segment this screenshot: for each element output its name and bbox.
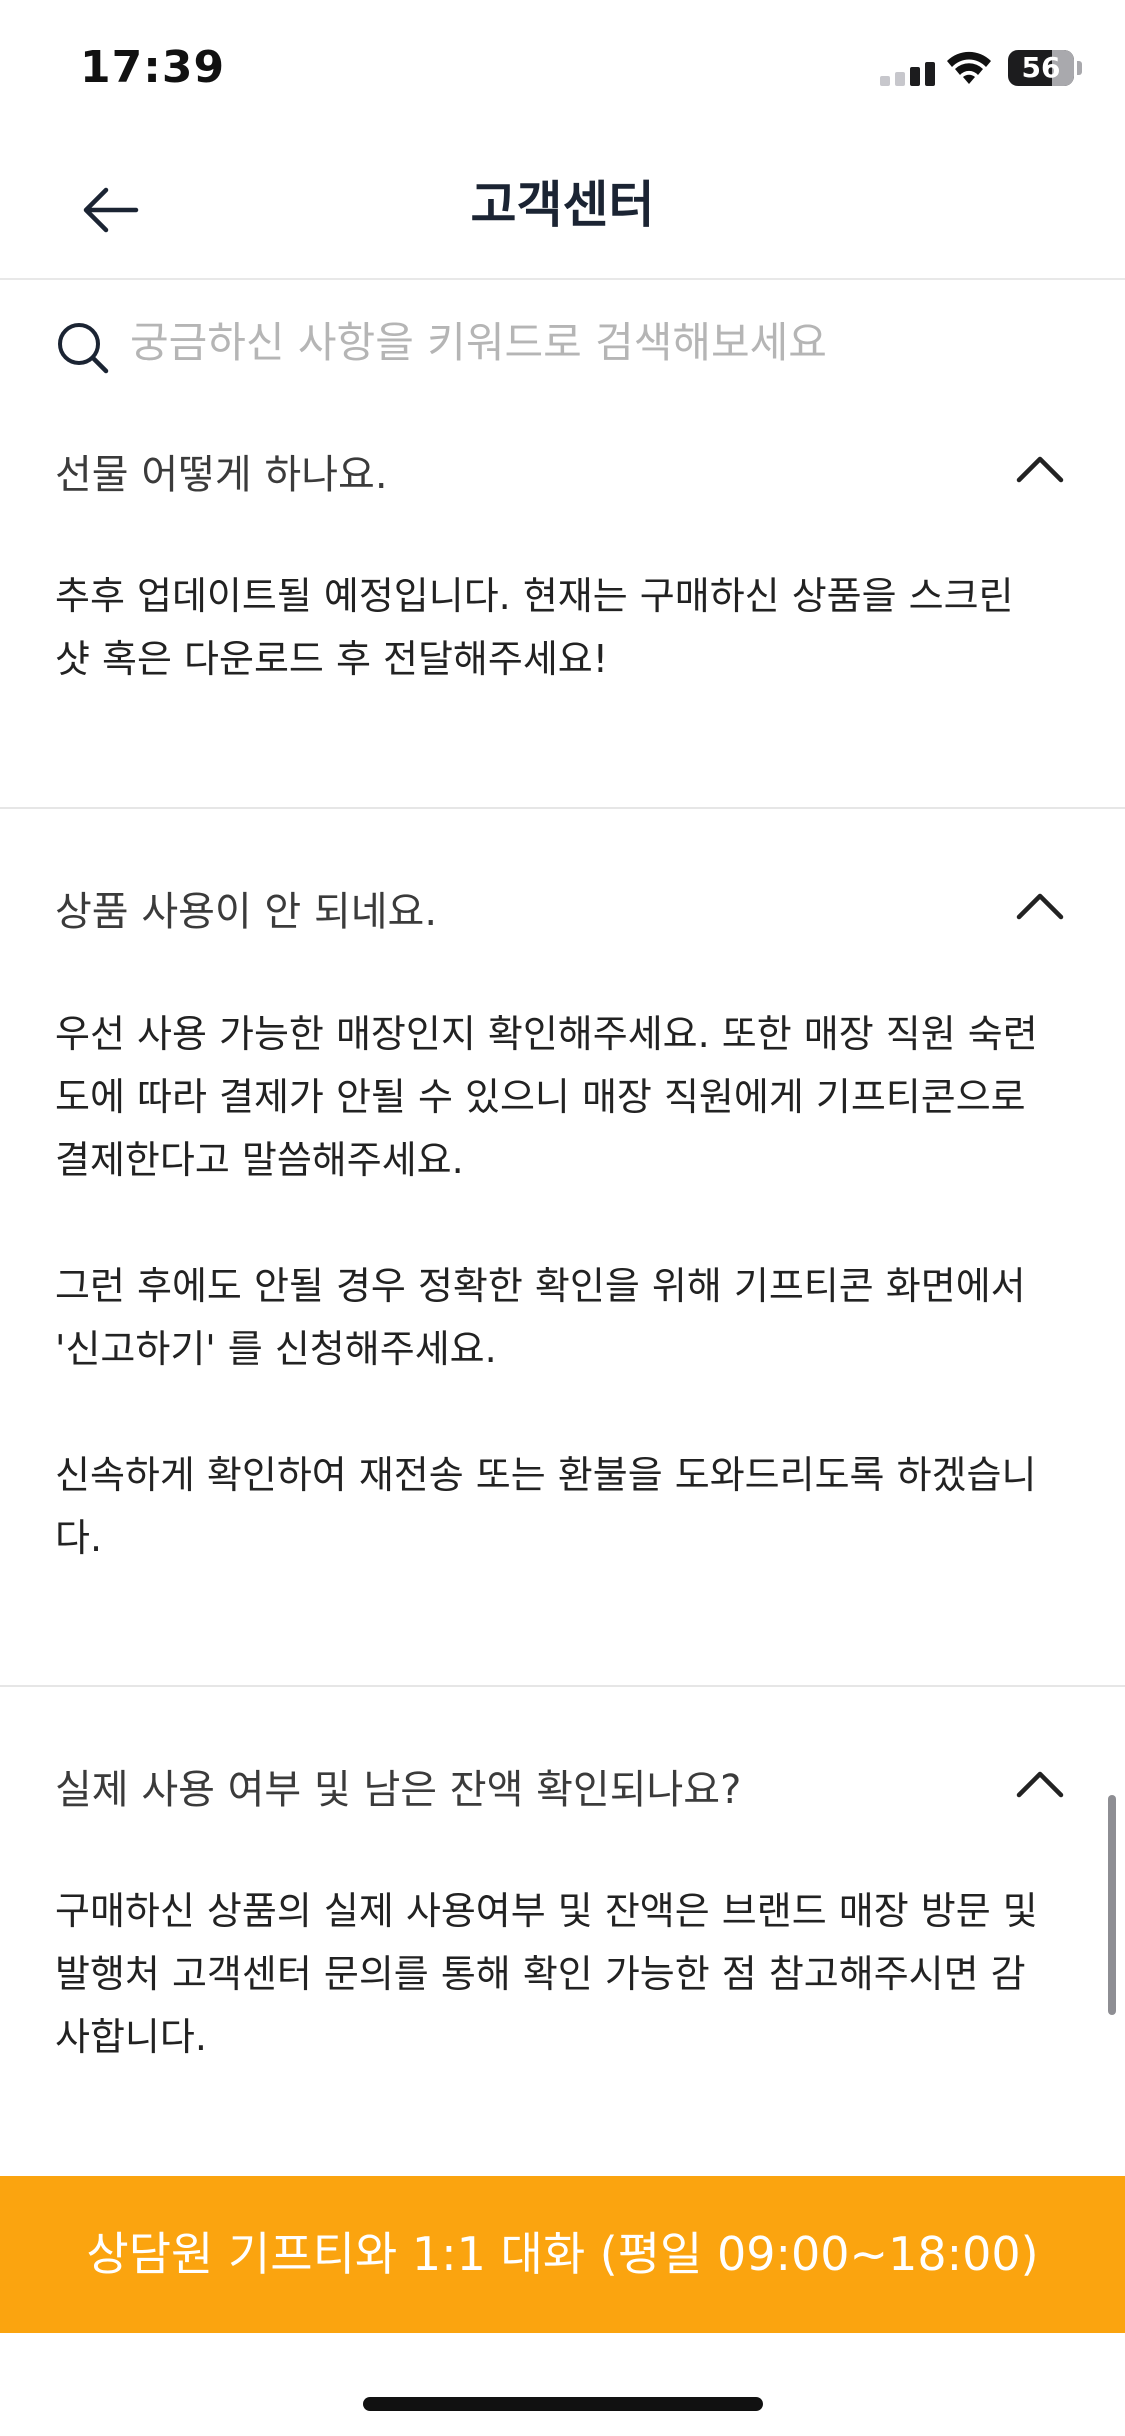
faq-question[interactable]: 실제 사용 여부 및 남은 잔액 확인되나요?: [55, 1757, 741, 1815]
battery-level: 56: [1021, 51, 1061, 84]
scrollbar[interactable]: [1108, 1795, 1116, 2015]
battery-icon: 56: [1008, 50, 1074, 86]
search-input[interactable]: [130, 310, 1030, 374]
faq-item: 실제 사용 여부 및 남은 잔액 확인되나요? 구매하신 상품의 실제 사용여부…: [0, 1687, 1125, 2167]
signal-icon: [880, 62, 935, 86]
faq-answer: 우선 사용 가능한 매장인지 확인해주세요. 또한 매장 직원 숙련 도에 따라…: [55, 1012, 1038, 1560]
page-title: 고객센터: [470, 176, 655, 234]
chevron-up-icon[interactable]: [1015, 1767, 1065, 1799]
chat-with-agent-button[interactable]: 상담원 기프티와 1:1 대화 (평일 09:00~18:00): [0, 2176, 1125, 2333]
search-icon: [58, 323, 109, 374]
faq-question[interactable]: 선물 어떻게 하나요.: [55, 442, 388, 500]
status-bar: 17:39 56: [0, 0, 1125, 140]
faq-item: 상품 사용이 안 되네요. 우선 사용 가능한 매장인지 확인해주세요. 또한 …: [0, 809, 1125, 1685]
status-time: 17:39: [80, 42, 226, 93]
chevron-up-icon[interactable]: [1015, 452, 1065, 484]
faq-answer: 추후 업데이트될 예정입니다. 현재는 구매하신 상품을 스크린 샷 혹은 다운…: [55, 574, 1014, 681]
wifi-icon: [947, 51, 991, 84]
home-indicator[interactable]: [363, 2397, 763, 2411]
faq-item: 선물 어떻게 하나요. 추후 업데이트될 예정입니다. 현재는 구매하신 상품을…: [0, 410, 1125, 810]
search-bar: [0, 290, 1125, 410]
faq-question[interactable]: 상품 사용이 안 되네요.: [55, 879, 437, 937]
battery-cap: [1077, 61, 1082, 75]
back-button[interactable]: [70, 170, 150, 250]
chevron-up-icon[interactable]: [1015, 889, 1065, 921]
header: 고객센터: [0, 140, 1125, 280]
faq-answer: 구매하신 상품의 실제 사용여부 및 잔액은 브랜드 매장 방문 및 발행처 고…: [55, 1889, 1038, 2059]
arrow-left-icon: [83, 187, 139, 233]
